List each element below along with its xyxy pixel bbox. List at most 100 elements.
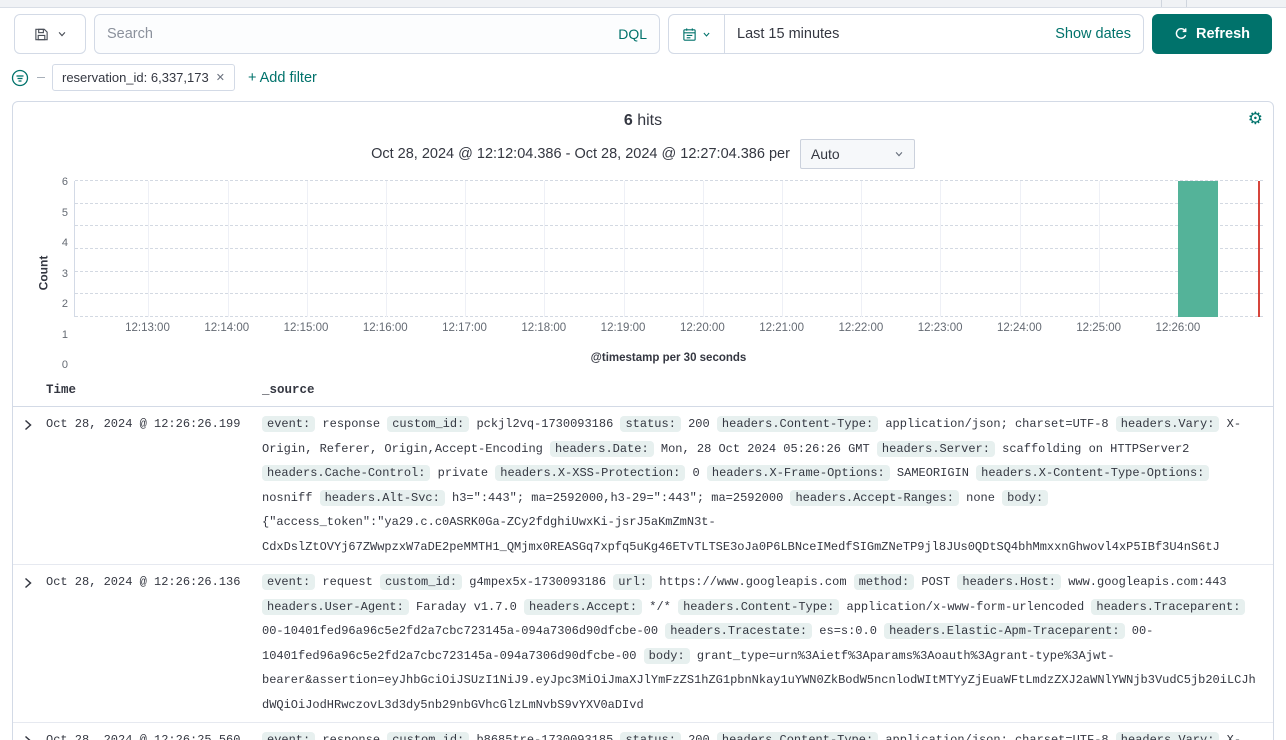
filter-chip-label: reservation_id: 6,337,173 (62, 70, 209, 85)
table-row: Oct 28, 2024 @ 12:26:26.136 event: reques… (13, 565, 1273, 723)
search-input[interactable] (107, 26, 609, 42)
chart-y-axis: 0 1 2 3 4 5 6 (48, 176, 68, 371)
field-badge: headers.Cache-Control: (262, 465, 431, 481)
chrome-divider (1161, 0, 1162, 7)
expand-cell (13, 728, 46, 740)
x-gridline (386, 181, 387, 317)
filter-chips: reservation_id: 6,337,173 ✕ (52, 64, 235, 91)
expand-row-icon[interactable] (22, 419, 34, 431)
source-column-header[interactable]: _source (262, 383, 1273, 397)
add-filter-button[interactable]: + Add filter (248, 70, 317, 86)
field-badge: headers.Accept-Ranges: (790, 489, 959, 506)
field-badge: custom_id: (380, 574, 463, 590)
row-timestamp: Oct 28, 2024 @ 12:26:25.560 (46, 733, 241, 740)
remove-filter-icon[interactable]: ✕ (216, 71, 225, 84)
field-badge: body: (1002, 489, 1049, 506)
field-badge: headers.Tracestate: (665, 623, 813, 639)
row-source: event: response custom_id: b8685tre-1730… (262, 728, 1273, 740)
refresh-button-label: Refresh (1196, 26, 1250, 42)
y-gridline (75, 316, 1263, 317)
table-row: Oct 28, 2024 @ 12:26:25.560 event: respon… (13, 723, 1273, 740)
field-badge: method: (853, 574, 915, 590)
save-icon (34, 27, 49, 42)
chrome-divider (1186, 0, 1187, 7)
field-badge: headers.Host: (957, 574, 1061, 590)
discover-panel: ⚙ 6 hits Oct 28, 2024 @ 12:12:04.386 - O… (12, 101, 1274, 740)
expand-row-icon[interactable] (22, 735, 34, 740)
refresh-icon (1174, 27, 1188, 41)
date-picker: Last 15 minutes Show dates (668, 14, 1144, 54)
x-gridline (227, 181, 229, 317)
chevron-down-icon (702, 30, 711, 39)
x-tick-label: 12:22:00 (838, 322, 884, 334)
field-badge: headers.X-Content-Type-Options: (976, 465, 1210, 481)
header-spacer (13, 383, 46, 397)
hits-label: hits (637, 112, 663, 129)
y-tick-label: 2 (61, 298, 68, 311)
y-tick-label: 6 (61, 176, 68, 188)
y-gridline (75, 293, 1263, 295)
x-tick-label: 12:18:00 (521, 322, 567, 334)
calendar-icon (682, 27, 697, 42)
field-badge: headers.Server: (876, 440, 995, 457)
field-badge: event: (262, 574, 316, 590)
chart-plot[interactable] (74, 180, 1263, 317)
field-badge: headers.Alt-Svc: (319, 489, 445, 506)
saved-query-menu-button[interactable] (14, 14, 86, 54)
filter-chip[interactable]: reservation_id: 6,337,173 ✕ (52, 64, 235, 91)
y-tick-label: 4 (61, 237, 68, 250)
chart-range-text: Oct 28, 2024 @ 12:12:04.386 - Oct 28, 20… (371, 146, 790, 162)
field-badge: headers.Accept: (524, 598, 643, 615)
refresh-button[interactable]: Refresh (1152, 14, 1272, 54)
interval-value: Auto (810, 146, 840, 162)
field-badge: headers.X-XSS-Protection: (495, 465, 686, 481)
histogram-bar[interactable] (1178, 181, 1218, 317)
results-table: Time _source Oct 28, 2024 @ 12:26:26.199… (13, 377, 1273, 740)
field-badge: headers.Content-Type: (678, 598, 840, 615)
top-chrome-strip (0, 0, 1286, 8)
field-badge: headers.Date: (550, 440, 654, 457)
chart-range-line: Oct 28, 2024 @ 12:12:04.386 - Oct 28, 20… (13, 139, 1273, 169)
x-axis-title: @timestamp per 30 seconds (590, 352, 747, 364)
search-box: DQL (94, 14, 660, 54)
row-timestamp: Oct 28, 2024 @ 12:26:26.136 (46, 575, 241, 589)
expand-cell (13, 412, 46, 559)
row-source: event: request custom_id: g4mpex5x-17300… (262, 574, 1256, 712)
row-source: event: response custom_id: pckjl2vq-1730… (262, 416, 1242, 554)
expand-row-icon[interactable] (22, 577, 34, 589)
time-column-header[interactable]: Time (46, 383, 262, 397)
y-gridline (75, 202, 1263, 204)
field-badge: event: (262, 416, 316, 432)
query-language-button[interactable]: DQL (618, 26, 647, 42)
hits-line: 6 hits (13, 112, 1273, 130)
y-tick-label: 1 (61, 328, 68, 341)
filter-menu-icon[interactable] (10, 68, 30, 88)
x-gridline (623, 181, 625, 317)
quick-select-button[interactable] (669, 15, 725, 53)
show-dates-button[interactable]: Show dates (1055, 26, 1131, 42)
x-tick-label: 12:13:00 (125, 322, 170, 334)
x-tick-label: 12:23:00 (917, 322, 963, 334)
x-gridline (1098, 181, 1100, 317)
field-badge: custom_id: (387, 732, 470, 740)
y-gridline (75, 180, 1263, 181)
date-range-area[interactable]: Last 15 minutes Show dates (725, 15, 1143, 53)
interval-select[interactable]: Auto (799, 139, 915, 169)
time-range-value[interactable]: Last 15 minutes (737, 26, 839, 42)
field-badge: headers.Content-Type: (716, 732, 879, 740)
x-tick-label: 12:16:00 (362, 322, 408, 334)
y-gridline (75, 270, 1263, 272)
y-tick-label: 3 (61, 267, 68, 280)
field-badge: headers.Content-Type: (716, 416, 879, 432)
x-tick-label: 12:24:00 (997, 322, 1042, 334)
gear-icon[interactable]: ⚙ (1248, 110, 1263, 127)
expand-cell (13, 570, 46, 717)
field-badge: status: (620, 732, 681, 740)
x-tick-label: 12:19:00 (600, 322, 646, 334)
query-bar: DQL Last 15 minutes Show dates (0, 8, 1286, 58)
filter-bar: reservation_id: 6,337,173 ✕ + Add filter (0, 58, 1286, 101)
x-tick-label: 12:20:00 (679, 322, 725, 334)
table-header: Time _source (13, 377, 1273, 407)
field-badge: headers.User-Agent: (262, 598, 409, 615)
row-timestamp: Oct 28, 2024 @ 12:26:26.199 (46, 417, 241, 431)
